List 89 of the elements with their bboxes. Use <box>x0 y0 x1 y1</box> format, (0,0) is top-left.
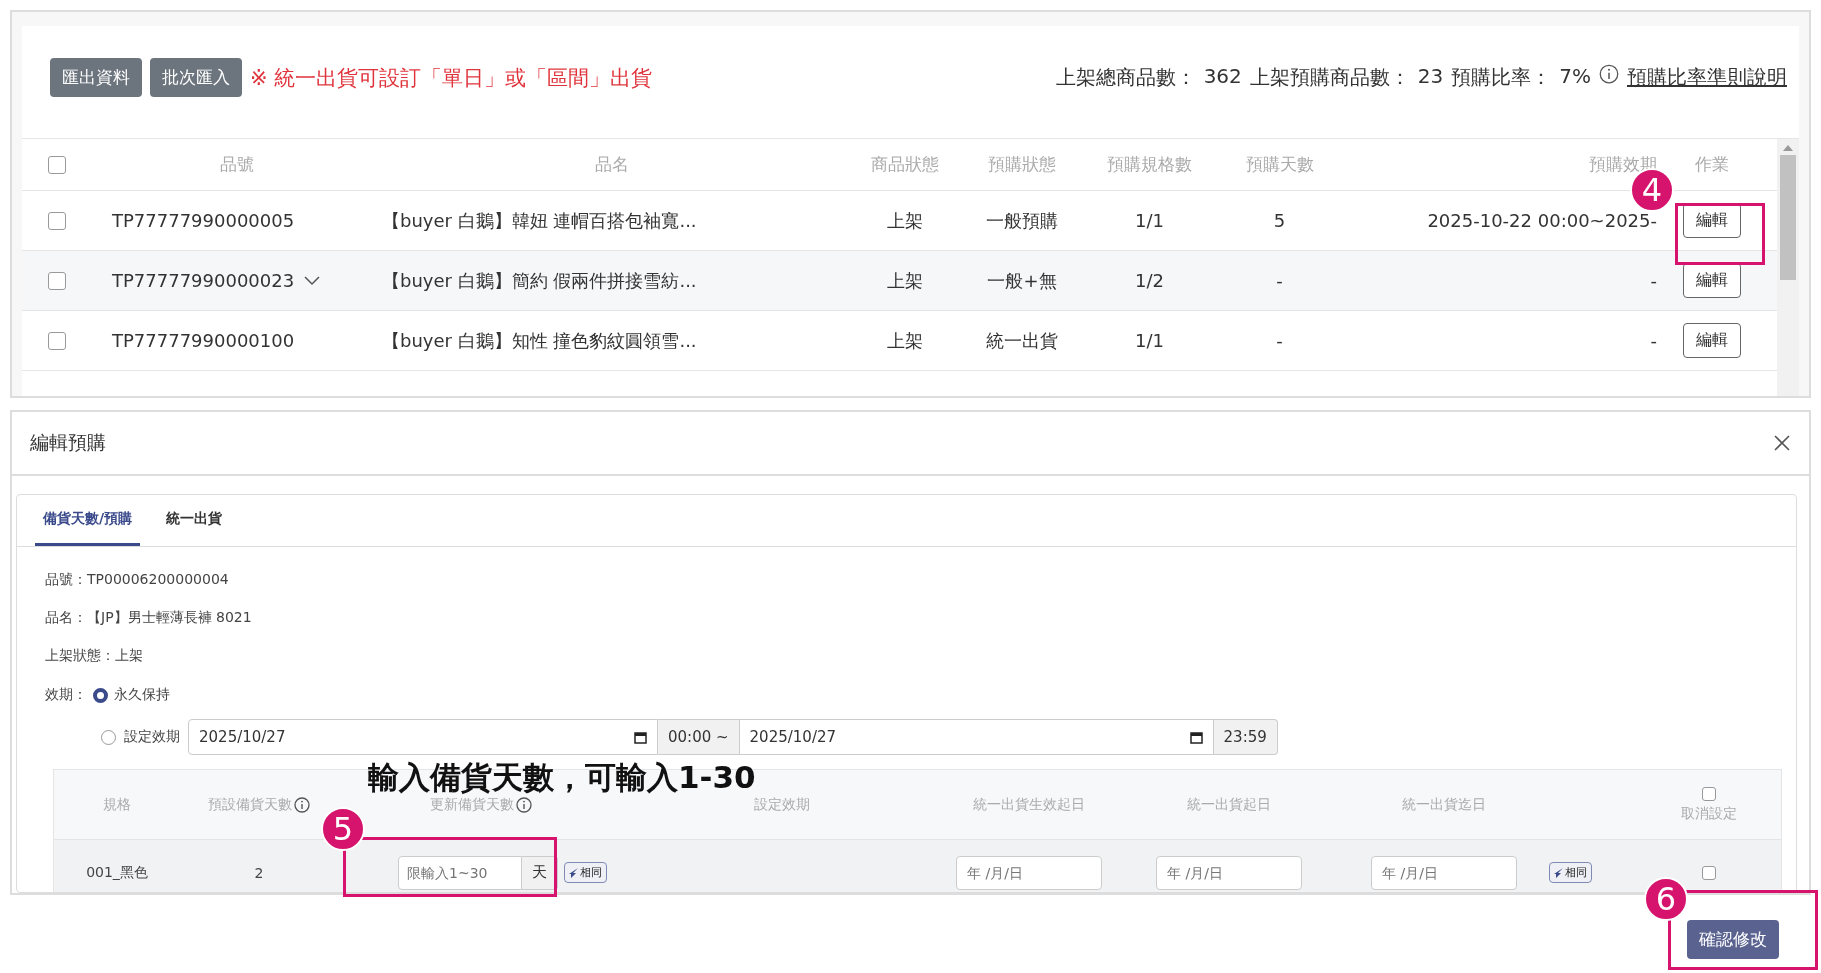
column-header: 統一出貨生效起日 <box>973 795 1085 814</box>
table-cell: 一般+無 <box>987 268 1057 293</box>
row-checkbox[interactable] <box>48 271 66 290</box>
info-line: 品名：【JP】男士輕薄長褲 8021 <box>44 608 253 627</box>
toolbar-button[interactable]: 匯出資料 <box>50 58 142 97</box>
end-date-field[interactable]: 2025/10/27 <box>739 719 1214 755</box>
table-cell: TP77777990000100 <box>112 330 295 351</box>
column-header: 統一出貨迄日 <box>1402 795 1486 814</box>
confirm-button[interactable]: 確認修改 <box>1687 920 1779 959</box>
edit-button[interactable]: 編輯 <box>1683 323 1741 358</box>
stat-value: 362 <box>1203 64 1242 88</box>
info-icon <box>294 796 310 813</box>
column-header: 規格 <box>103 795 131 814</box>
column-header: 取消設定 <box>1681 804 1737 823</box>
copy-button[interactable]: 相同 <box>564 862 607 883</box>
column-header: 設定效期 <box>753 795 810 814</box>
table-cell: 2025-10-22 00:00~2025- <box>1427 210 1657 231</box>
calendar-icon[interactable] <box>634 730 647 744</box>
table-cell: 統一出貨 <box>986 328 1058 353</box>
column-header: 預購狀態 <box>987 153 1057 176</box>
scroll-up-icon[interactable] <box>1783 145 1793 151</box>
column-header: 預購天數 <box>1244 153 1315 176</box>
arrow-icon <box>569 866 579 879</box>
cancel-all-checkbox[interactable] <box>1702 786 1716 801</box>
info-line: 品號：TP00006200000004 <box>44 570 230 589</box>
start-date-field[interactable]: 2025/10/27 <box>188 719 658 755</box>
column-header: 商品狀態 <box>869 153 940 176</box>
column-header: 作業 <box>1694 153 1730 176</box>
calendar-icon[interactable] <box>1189 730 1203 744</box>
row-checkbox[interactable] <box>48 331 66 350</box>
radio-label: 設定效期 <box>124 728 180 746</box>
table-cell: 【buyer 白鵝】韓妞 連帽百搭包袖寬... <box>382 208 697 233</box>
info-line: 上架狀態：上架 <box>44 646 144 665</box>
notice-text: ※ 統一出貨可設訂「單日」或「區間」出貨 <box>250 65 653 92</box>
date-input[interactable]: 年 /月/日 <box>1156 855 1302 890</box>
info-icon <box>516 796 532 813</box>
start-time-addon: 00:00 ~ <box>658 719 740 755</box>
column-header: 預購規格數 <box>1106 153 1193 176</box>
table-cell: 【buyer 白鵝】簡約 假兩件拼接雪紡... <box>382 268 697 293</box>
stat-label: 預購比率： <box>1451 64 1552 91</box>
table-cell: 一般預購 <box>986 208 1058 233</box>
column-header: 統一出貨起日 <box>1187 795 1271 814</box>
table-cell: 1/1 <box>1135 330 1164 351</box>
tab[interactable]: 統一出貨 <box>158 495 231 546</box>
date-input[interactable]: 年 /月/日 <box>956 855 1102 890</box>
end-time-addon: 23:59 <box>1213 719 1278 755</box>
table-cell: - <box>1276 330 1283 351</box>
toolbar-button[interactable]: 批次匯入 <box>150 58 242 97</box>
stat-value: 7% <box>1559 64 1591 88</box>
table-cell-text: 001_黑色 <box>85 863 149 882</box>
table-cell: 上架 <box>886 328 923 353</box>
copy-button[interactable]: 相同 <box>1549 862 1592 883</box>
chevron-down-icon[interactable] <box>304 275 321 286</box>
callout-text: 輸入備貨天數，可輸入1-30 <box>368 758 756 797</box>
cancel-checkbox[interactable] <box>1702 865 1716 880</box>
table-cell: 5 <box>1273 210 1286 231</box>
table-cell: TP77777990000023 <box>112 270 295 291</box>
column-header: 品名 <box>594 153 630 176</box>
stat-label: 上架預購商品數： <box>1249 64 1410 91</box>
validity-label: 效期： <box>45 686 87 704</box>
date-input[interactable]: 年 /月/日 <box>1371 855 1517 890</box>
stat-label: 上架總商品數： <box>1055 64 1196 91</box>
edit-button[interactable]: 編輯 <box>1683 263 1741 298</box>
table-cell-text: 2 <box>253 864 265 881</box>
radio-label: 永久保持 <box>114 686 170 704</box>
table-cell: - <box>1650 270 1657 291</box>
stat-value: 23 <box>1417 64 1444 88</box>
table-cell: - <box>1276 270 1283 291</box>
guideline-link[interactable]: 預購比率準則說明 <box>1627 64 1787 91</box>
info-icon[interactable] <box>1599 64 1619 84</box>
table-cell: 1/2 <box>1135 270 1164 291</box>
table-cell: - <box>1650 330 1657 351</box>
table-cell: 上架 <box>886 208 923 233</box>
select-all-checkbox[interactable] <box>48 155 66 174</box>
table-cell: 1/1 <box>1135 210 1164 231</box>
row-checkbox[interactable] <box>48 211 66 230</box>
tab[interactable]: 備貨天數/預購 <box>35 495 141 546</box>
radio-button[interactable] <box>93 687 108 703</box>
column-header: 品號 <box>219 153 255 176</box>
table-cell: TP77777990000005 <box>112 210 295 231</box>
scrollbar[interactable] <box>1777 139 1799 396</box>
table-cell: 【buyer 白鵝】知性 撞色豹紋圓領雪... <box>382 328 697 353</box>
days-input[interactable]: 限輸入1~30 <box>398 855 522 890</box>
column-header: 預設備貨天數 <box>208 795 292 814</box>
table-cell: 上架 <box>886 268 923 293</box>
column-header: 更新備貨天數 <box>430 795 514 814</box>
dialog-title: 編輯預購 <box>30 430 106 455</box>
close-button[interactable] <box>1773 434 1791 452</box>
arrow-icon <box>1554 866 1564 879</box>
